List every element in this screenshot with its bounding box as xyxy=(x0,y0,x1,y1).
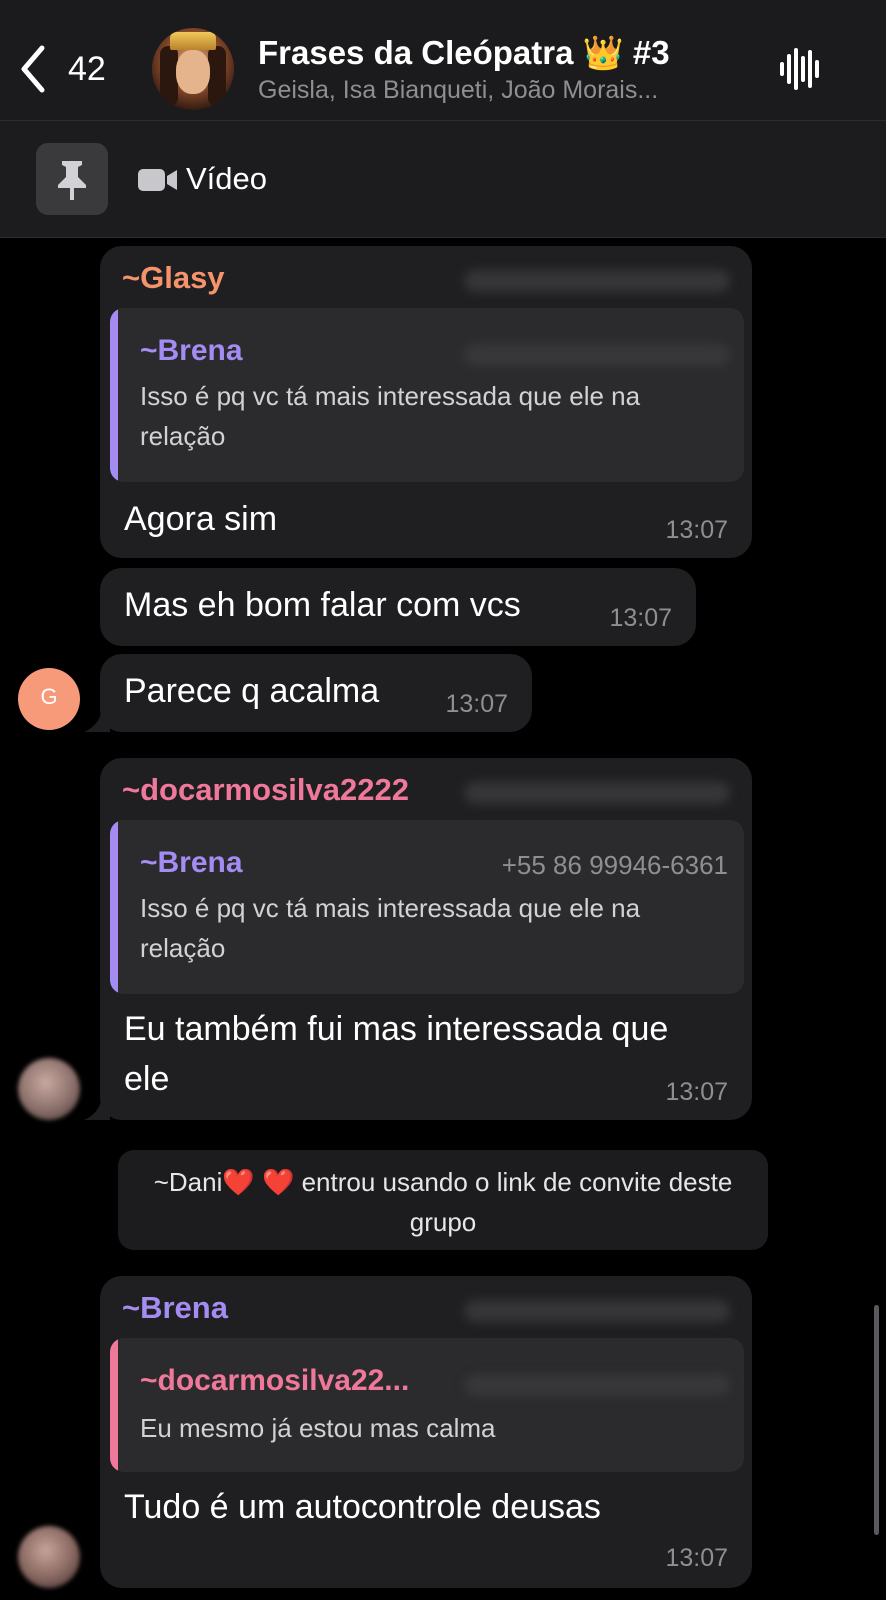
message-text: Tudo é um autocontrole deusas xyxy=(124,1488,601,1526)
group-title[interactable]: Frases da Cleópatra 👑 #3 xyxy=(258,34,670,73)
message-time: 13:07 xyxy=(665,1544,728,1572)
group-members[interactable]: Geisla, Isa Bianqueti, João Morais... xyxy=(258,76,658,105)
message-time: 13:07 xyxy=(445,690,508,718)
message-text: Eu também fui mas interessada que ele xyxy=(124,1010,669,1098)
reply-quote[interactable]: ~docarmosilva22... Eu mesmo já estou mas… xyxy=(110,1338,744,1472)
blurred-phone xyxy=(464,1300,730,1322)
waveform-icon[interactable] xyxy=(778,46,824,92)
message-time: 13:07 xyxy=(665,516,728,544)
quote-text: Isso é pq vc tá mais interessada que ele… xyxy=(140,381,641,451)
video-camera-icon xyxy=(138,169,177,191)
message-bubble[interactable]: ~Brena ~docarmosilva22... Eu mesmo já es… xyxy=(100,1276,752,1588)
back-unread-count[interactable]: 42 xyxy=(68,50,106,89)
sender-name[interactable]: ~Glasy xyxy=(122,260,225,296)
avatar[interactable]: G xyxy=(18,668,80,730)
pinned-label: Vídeo xyxy=(186,161,268,196)
reply-quote[interactable]: ~Brena Isso é pq vc tá mais interessada … xyxy=(110,308,744,482)
chevron-left-icon[interactable] xyxy=(18,44,48,94)
message-time: 13:07 xyxy=(665,1078,728,1106)
pinned-message-bar[interactable]: Vídeo xyxy=(0,121,886,238)
message-bubble[interactable]: ~docarmosilva2222 ~Brena +55 86 99946-63… xyxy=(100,758,752,1120)
quote-sender: ~Brena xyxy=(140,846,243,879)
message-bubble[interactable]: Mas eh bom falar com vcs 13:07 xyxy=(100,568,696,646)
message-text: Parece q acalma xyxy=(124,672,380,710)
avatar-initial: G xyxy=(40,684,58,709)
sender-name[interactable]: ~Brena xyxy=(122,1290,228,1326)
join-notice-text: entrou usando o link de convite deste gr… xyxy=(301,1167,733,1237)
scrollbar[interactable] xyxy=(874,1305,879,1535)
quote-phone: +55 86 99946-6361 xyxy=(501,850,728,880)
message-text: Mas eh bom falar com vcs xyxy=(124,586,521,624)
reply-quote[interactable]: ~Brena +55 86 99946-6361 Isso é pq vc tá… xyxy=(110,820,744,994)
sender-name[interactable]: ~docarmosilva2222 xyxy=(122,772,409,808)
avatar[interactable] xyxy=(18,1058,80,1120)
blurred-phone xyxy=(464,344,730,366)
message-bubble[interactable]: ~Glasy ~Brena Isso é pq vc tá mais inter… xyxy=(100,246,752,558)
message-bubble[interactable]: Parece q acalma 13:07 xyxy=(100,654,532,732)
pin-icon xyxy=(36,143,108,215)
quote-sender: ~Brena xyxy=(140,334,243,367)
quote-sender: ~docarmosilva22... xyxy=(140,1364,410,1397)
blurred-phone xyxy=(464,1374,730,1396)
joined-user-name[interactable]: ~Dani❤️ ❤️ xyxy=(154,1167,295,1197)
message-time: 13:07 xyxy=(609,604,672,632)
blurred-phone xyxy=(464,270,730,292)
quote-text: Isso é pq vc tá mais interessada que ele… xyxy=(140,893,641,963)
bubble-tail xyxy=(84,1098,110,1120)
message-text: Agora sim xyxy=(124,500,278,538)
group-avatar[interactable] xyxy=(152,28,234,110)
system-join-notice: ~Dani❤️ ❤️ entrou usando o link de convi… xyxy=(118,1150,768,1250)
blurred-phone xyxy=(464,782,730,804)
quote-text: Eu mesmo já estou mas calma xyxy=(140,1413,496,1443)
chat-header: 42 Frases da Cleópatra 👑 #3 Geisla, Isa … xyxy=(0,0,886,121)
avatar[interactable] xyxy=(18,1526,80,1588)
